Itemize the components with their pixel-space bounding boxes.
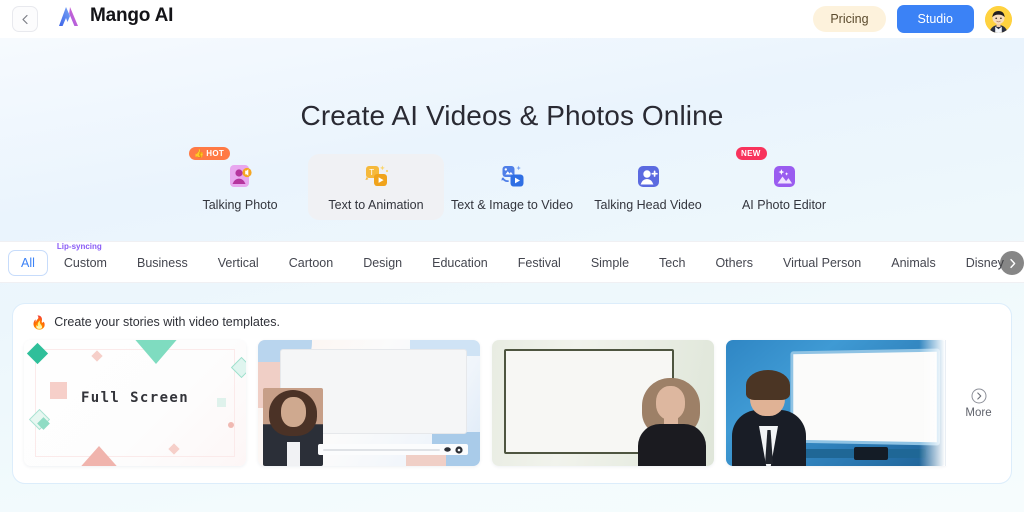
studio-button[interactable]: Studio (896, 5, 974, 33)
progress-line (323, 448, 440, 451)
svg-text:T: T (369, 168, 374, 177)
face (281, 397, 306, 427)
tab-simple[interactable]: Simple (577, 250, 643, 276)
lip-syncing-badge: Lip-syncing (56, 242, 102, 251)
hot-badge: 👍 HOT (189, 147, 231, 160)
pink-triangle-up (76, 446, 122, 466)
face (656, 386, 685, 420)
ai-photo-editor-icon (771, 163, 798, 190)
text-image-to-video-icon (499, 163, 526, 190)
feature-talking-photo[interactable]: 👍 HOT Talking Photo (172, 147, 308, 220)
mango-ai-logo-icon (59, 7, 78, 26)
talking-head-video-icon (635, 163, 662, 190)
body (638, 424, 706, 466)
presenter-man (732, 366, 806, 466)
gear-icon (455, 445, 463, 454)
tab-all[interactable]: All (8, 250, 48, 276)
template-caption: Full Screen (80, 390, 190, 406)
brand[interactable]: Mango AI (57, 5, 173, 27)
fire-emoji-icon: 🔥 (31, 314, 48, 330)
tab-education[interactable]: Education (418, 250, 502, 276)
new-badge: NEW (736, 147, 767, 160)
feature-label: AI Photo Editor (741, 198, 827, 212)
tiny-pink-dot (228, 422, 234, 428)
feature-talking-head-video[interactable]: Talking Head Video (580, 154, 716, 220)
tab-business[interactable]: Business (123, 250, 202, 276)
more-label: More (965, 406, 992, 419)
feature-nav: 👍 HOT Talking Photo T Text to Animation … (0, 147, 1024, 220)
tab-festival[interactable]: Festival (504, 250, 575, 276)
templates-heading-text: Create your stories with video templates… (54, 315, 280, 329)
tab-label: Custom (63, 256, 107, 270)
tab-custom[interactable]: Lip-syncing Custom (50, 242, 121, 276)
eye-icon (444, 447, 451, 452)
presenter-woman (263, 388, 323, 466)
feature-text-to-animation[interactable]: T Text to Animation (308, 154, 444, 220)
user-avatar-icon (985, 5, 1012, 33)
templates-panel: 🔥 Create your stories with video templat… (12, 303, 1012, 484)
template-card-full-screen[interactable]: Full Screen (24, 340, 246, 466)
thumbs-up-icon: 👍 (194, 149, 205, 158)
tab-tech[interactable]: Tech (645, 250, 699, 276)
avatar[interactable] (985, 5, 1012, 33)
tab-virtual-person[interactable]: Virtual Person (769, 250, 875, 276)
template-card-blue-studio-presenter[interactable] (726, 340, 948, 466)
feature-ai-photo-editor[interactable]: NEW AI Photo Editor (716, 147, 852, 220)
back-button[interactable] (12, 6, 38, 32)
template-card-business-woman[interactable] (258, 340, 480, 466)
hair (746, 370, 790, 400)
templates-heading: 🔥 Create your stories with video templat… (31, 315, 280, 329)
tab-vertical[interactable]: Vertical (204, 250, 273, 276)
tabs-scroll-right-button[interactable] (1000, 251, 1024, 275)
screen-center-block (854, 447, 888, 460)
feature-label: Talking Head Video (594, 198, 702, 212)
templates-row: Full Screen (24, 340, 948, 466)
brand-name: Mango AI (90, 5, 174, 26)
feature-label: Talking Photo (202, 198, 278, 212)
feature-label: Text to Animation (328, 198, 424, 212)
studio-screen (790, 348, 941, 446)
template-card-whiteboard-presenter[interactable] (492, 340, 714, 466)
chevron-right-circle-icon (971, 388, 986, 403)
chevron-left-icon (21, 14, 28, 24)
chevron-right-icon (1009, 258, 1015, 268)
tab-others[interactable]: Others (701, 250, 767, 276)
category-tabs: All Lip-syncing Custom Business Vertical… (8, 242, 1018, 284)
category-tabs-bar: All Lip-syncing Custom Business Vertical… (0, 241, 1024, 283)
pricing-button[interactable]: Pricing (813, 6, 886, 32)
page-title: Create AI Videos & Photos Online (300, 100, 724, 131)
player-controls (318, 444, 468, 455)
talking-photo-icon (227, 163, 254, 190)
tab-design[interactable]: Design (349, 250, 416, 276)
tab-animals[interactable]: Animals (877, 250, 949, 276)
feature-text-image-to-video[interactable]: Text & Image to Video (444, 154, 580, 220)
presenter-woman-2 (638, 376, 706, 466)
mint-triangle-down (132, 340, 180, 364)
text-to-animation-icon: T (363, 163, 390, 190)
app-root: Mango AI Pricing Studio Create AI Videos… (0, 0, 1024, 512)
header-actions: Pricing Studio (813, 5, 1012, 33)
feature-label: Text & Image to Video (450, 198, 574, 212)
top-header: Mango AI Pricing Studio (0, 0, 1024, 38)
tab-cartoon[interactable]: Cartoon (275, 250, 347, 276)
more-templates-button[interactable]: More (945, 340, 1011, 466)
shirt (287, 442, 300, 466)
